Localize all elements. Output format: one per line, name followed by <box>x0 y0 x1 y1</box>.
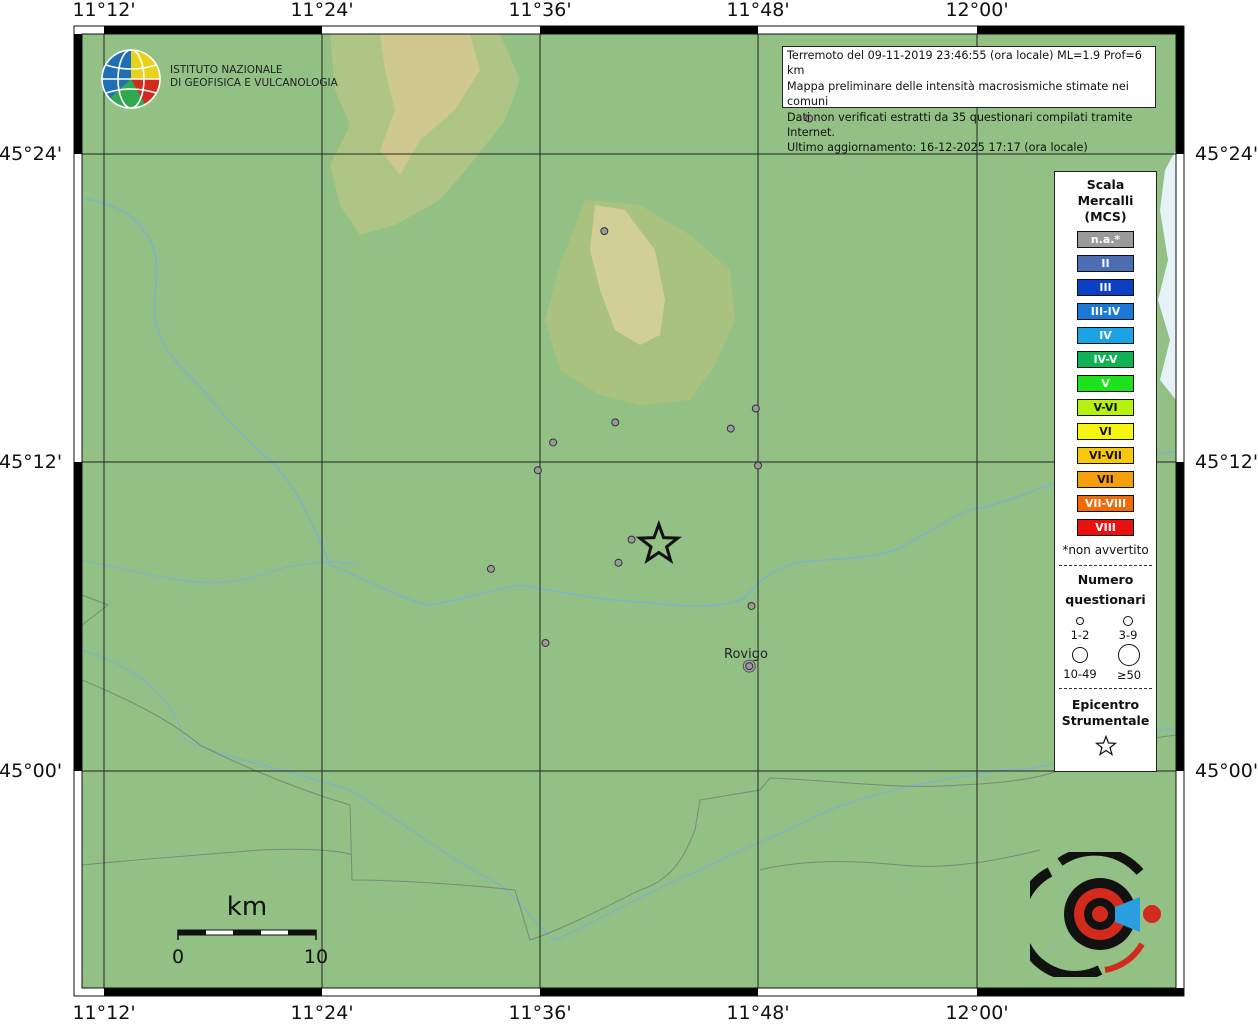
scale-start: 0 <box>172 946 184 968</box>
count-size-legend: 1-2 3-9 10-49 ≥50 <box>1055 608 1156 684</box>
lat-label-right-1: 45°24' <box>1195 143 1258 165</box>
city-label: Rovigo <box>724 647 768 662</box>
info-line-3: Dati non verificati estratti da 35 quest… <box>787 110 1133 140</box>
info-line-4: Ultimo aggiornamento: 16-12-2025 17:17 (… <box>787 141 1088 155</box>
legend-title-1: Scala <box>1086 177 1125 192</box>
legend-swatch-9: VI <box>1077 423 1134 440</box>
lat-label-left-2: 45°12' <box>0 451 63 473</box>
legend-divider <box>1059 565 1152 566</box>
lat-label-right-3: 45°00' <box>1195 760 1258 782</box>
size-label-2: 3-9 <box>1118 628 1138 642</box>
institute-line-2: DI GEOFISICA E VULCANOLOGIA <box>170 77 338 89</box>
legend-swatch-8: V-VI <box>1077 399 1134 416</box>
intensity-legend: Scala Mercalli (MCS) n.a.* II III III-IV IV I… <box>1054 171 1157 772</box>
intensity-point-11 <box>486 564 495 573</box>
size-circle-3 <box>1072 647 1088 663</box>
haisentito-logo-icon <box>1030 852 1161 977</box>
size-label-4: ≥50 <box>1116 668 1142 682</box>
scale-unit: km <box>227 892 267 922</box>
scale-end: 10 <box>304 946 328 968</box>
intensity-point-13 <box>541 638 550 647</box>
legend-swatch-5: IV <box>1077 327 1134 344</box>
intensity-point-12 <box>747 601 756 610</box>
intensity-point-14 <box>745 662 754 671</box>
intensity-point-2 <box>600 227 609 236</box>
institute-line-1: ISTITUTO NAZIONALE <box>170 64 283 76</box>
legend-swatch-6: IV-V <box>1077 351 1134 368</box>
legend-swatch-10: VI-VII <box>1077 447 1134 464</box>
intensity-point-4 <box>611 418 620 427</box>
epicenter-title-1: Epicentro <box>1071 697 1140 712</box>
legend-divider-2 <box>1059 688 1152 689</box>
intensity-point-5 <box>726 424 735 433</box>
legend-title-2: Mercalli <box>1077 193 1134 208</box>
lon-label-bottom-2: 11°24' <box>290 1002 354 1024</box>
size-circle-4 <box>1118 644 1140 666</box>
land-area <box>82 34 1176 988</box>
intensity-point-6 <box>549 438 558 447</box>
legend-swatch-3: III <box>1077 279 1134 296</box>
size-label-1: 1-2 <box>1070 628 1090 642</box>
lon-label-top-5: 12°00' <box>945 0 1009 21</box>
legend-swatch-1: n.a.* <box>1077 231 1134 248</box>
lat-label-left-1: 45°24' <box>0 143 63 165</box>
legend-swatch-2: II <box>1077 255 1134 272</box>
legend-swatch-4: III-IV <box>1077 303 1134 320</box>
lon-label-bottom-4: 11°48' <box>726 1002 790 1024</box>
lat-label-right-2: 45°12' <box>1195 451 1258 473</box>
legend-swatch-13: VIII <box>1077 519 1134 536</box>
lon-label-top-3: 11°36' <box>508 0 572 21</box>
info-line-2: Mappa preliminare delle intensità macros… <box>787 79 1129 109</box>
lon-label-bottom-5: 12°00' <box>945 1002 1009 1024</box>
star-icon <box>1094 734 1117 756</box>
institute-name: ISTITUTO NAZIONALE DI GEOFISICA E VULCAN… <box>170 64 338 90</box>
legend-swatch-11: VII <box>1077 471 1134 488</box>
lon-label-top-2: 11°24' <box>290 0 354 21</box>
lon-label-top-1: 11°12' <box>72 0 136 21</box>
count-title-1: Numero <box>1077 572 1134 587</box>
count-title-2: questionari <box>1065 592 1146 607</box>
legend-swatches: n.a.* II III III-IV IV IV-V V V-VI VI VI-VII VII VI… <box>1055 231 1156 536</box>
ingv-globe-icon <box>101 49 161 109</box>
epicenter-title-2: Strumentale <box>1061 713 1150 728</box>
lat-label-left-3: 45°00' <box>0 760 63 782</box>
intensity-point-10 <box>614 558 623 567</box>
intensity-point-7 <box>754 461 762 470</box>
legend-swatch-12: VII-VIII <box>1077 495 1134 512</box>
info-line-1: Terremoto del 09-11-2019 23:46:55 (ora l… <box>787 49 1142 78</box>
info-box: Terremoto del 09-11-2019 23:46:55 (ora l… <box>782 46 1156 154</box>
lon-label-top-4: 11°48' <box>726 0 790 21</box>
lon-label-bottom-3: 11°36' <box>508 1002 572 1024</box>
size-label-3: 10-49 <box>1063 667 1097 681</box>
legend-title-3: (MCS) <box>1084 209 1127 224</box>
size-circle-1 <box>1076 617 1084 625</box>
intensity-point-3 <box>751 404 760 413</box>
legend-swatch-7: V <box>1077 375 1134 392</box>
size-circle-2 <box>1123 616 1133 626</box>
legend-note: *non avvertito <box>1062 543 1149 557</box>
intensity-point-9 <box>627 535 636 544</box>
lon-label-bottom-1: 11°12' <box>72 1002 136 1024</box>
intensity-point-8 <box>533 466 542 475</box>
